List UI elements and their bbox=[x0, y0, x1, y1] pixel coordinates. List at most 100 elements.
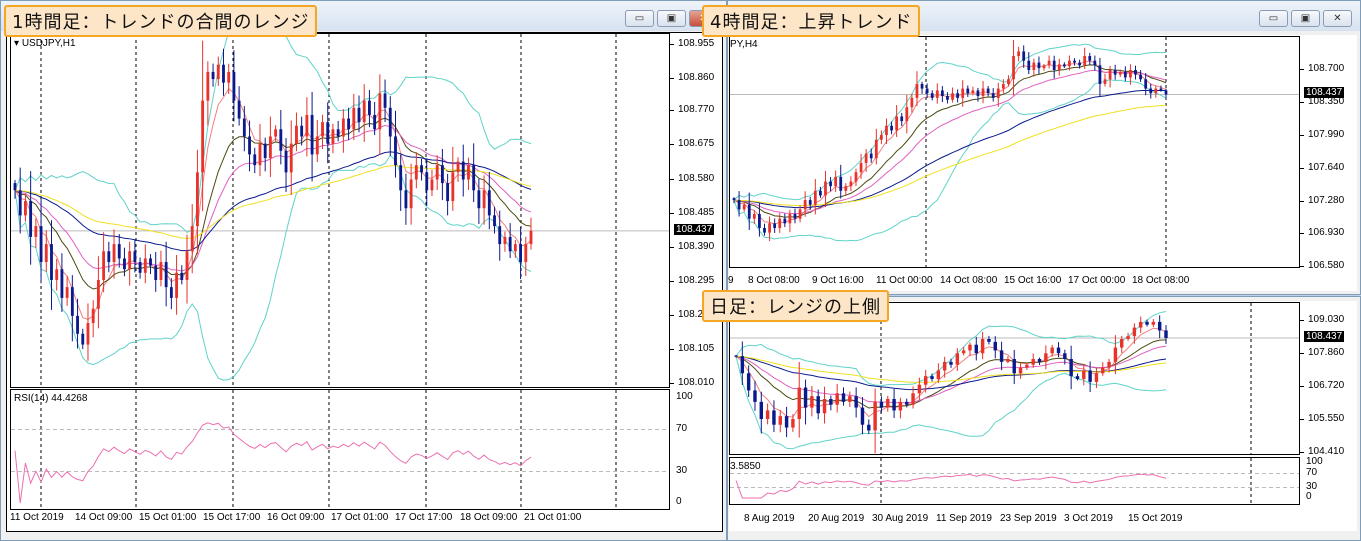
price-axis-label: 108.700 bbox=[1308, 63, 1345, 74]
price-tick bbox=[670, 212, 674, 214]
candle bbox=[732, 198, 736, 201]
candle bbox=[844, 186, 848, 191]
d1-price-plot[interactable] bbox=[729, 302, 1300, 455]
candle bbox=[768, 223, 771, 233]
candle bbox=[798, 209, 802, 219]
candle bbox=[268, 136, 272, 158]
candle bbox=[508, 236, 512, 252]
candle bbox=[34, 226, 38, 237]
candle bbox=[1144, 79, 1148, 89]
current-price-label: 108.437 bbox=[1304, 330, 1345, 342]
candle bbox=[133, 251, 137, 263]
price-axis-label: 106.720 bbox=[1308, 380, 1345, 391]
h4-price-plot[interactable] bbox=[729, 36, 1300, 268]
candle bbox=[274, 129, 278, 137]
candle bbox=[930, 93, 934, 98]
candle bbox=[874, 139, 878, 159]
candle bbox=[60, 269, 64, 298]
candle bbox=[1075, 376, 1080, 379]
price-axis-label: 107.640 bbox=[1308, 161, 1345, 173]
candle bbox=[1103, 79, 1107, 84]
price-axis-label: 108.485 bbox=[678, 206, 715, 218]
candle bbox=[1126, 336, 1130, 339]
rsi-axis-label: 30 bbox=[676, 464, 688, 476]
candle bbox=[864, 153, 868, 163]
candle bbox=[362, 100, 366, 123]
candle bbox=[1159, 88, 1163, 91]
price-tick bbox=[670, 44, 674, 45]
h1-price-plot[interactable] bbox=[10, 33, 670, 388]
price-axis-label: 108.010 bbox=[678, 377, 715, 388]
candle bbox=[206, 71, 210, 101]
candle bbox=[164, 262, 168, 288]
h1-rsi-plot[interactable] bbox=[10, 389, 670, 510]
h1-annotation: 1時間足：トレンドの合間のレンジ bbox=[4, 5, 318, 37]
candle bbox=[18, 190, 22, 216]
candle bbox=[803, 387, 808, 408]
restore-button[interactable]: ▣ bbox=[657, 10, 686, 27]
rsi-axis-label: 30 bbox=[1306, 480, 1318, 492]
price-axis-label: 108.770 bbox=[678, 104, 715, 116]
price-axis-label: 108.295 bbox=[678, 274, 715, 286]
candle bbox=[295, 125, 298, 144]
candle bbox=[737, 200, 741, 210]
price-axis-label: 107.280 bbox=[1308, 194, 1345, 206]
minimize-button[interactable]: ▭ bbox=[625, 10, 654, 27]
candle bbox=[980, 339, 985, 354]
price-tick bbox=[670, 383, 674, 384]
candle bbox=[900, 116, 904, 122]
candle bbox=[96, 279, 100, 309]
candle bbox=[128, 251, 132, 270]
candle bbox=[1057, 64, 1061, 70]
candle bbox=[159, 262, 163, 280]
moving-average-21 bbox=[733, 69, 1167, 215]
candle bbox=[834, 176, 838, 187]
price-axis-label: 108.860 bbox=[678, 72, 715, 84]
candle bbox=[258, 143, 262, 166]
candle bbox=[524, 244, 528, 263]
time-axis-label: 18 Oct 08:00 bbox=[1132, 275, 1190, 286]
candle bbox=[138, 262, 142, 273]
candle bbox=[829, 181, 832, 187]
d1-annotation: 日足：レンジの上側 bbox=[702, 290, 889, 322]
price-tick bbox=[670, 144, 674, 146]
candle bbox=[451, 172, 455, 202]
candle bbox=[966, 88, 970, 94]
candle bbox=[1107, 361, 1111, 368]
candle bbox=[1063, 353, 1067, 359]
price-tick bbox=[1300, 266, 1304, 267]
minimize-button[interactable]: ▭ bbox=[1259, 10, 1288, 27]
candle bbox=[232, 71, 236, 101]
candle bbox=[326, 122, 330, 144]
d1-rsi-plot[interactable] bbox=[729, 457, 1300, 505]
candle bbox=[879, 401, 884, 408]
bollinger-upper bbox=[14, 34, 532, 233]
candle bbox=[895, 116, 899, 131]
time-axis-label: 17 Oct 00:00 bbox=[1068, 275, 1126, 286]
candle bbox=[961, 88, 965, 98]
candle bbox=[936, 370, 941, 379]
candle bbox=[373, 114, 377, 130]
restore-button[interactable]: ▣ bbox=[1291, 10, 1320, 27]
candle bbox=[860, 407, 865, 425]
candle bbox=[783, 218, 787, 224]
candle bbox=[1120, 339, 1124, 348]
candle bbox=[1017, 51, 1020, 57]
time-axis-label: 23 Sep 2019 bbox=[1000, 513, 1057, 524]
candle bbox=[65, 287, 69, 298]
price-tick bbox=[670, 78, 674, 80]
candle bbox=[331, 129, 335, 144]
candle bbox=[925, 88, 929, 94]
candle bbox=[763, 227, 766, 233]
candle bbox=[835, 393, 839, 405]
close-button[interactable]: ✕ bbox=[1323, 10, 1352, 27]
candle bbox=[1118, 71, 1122, 75]
candle bbox=[747, 204, 751, 219]
candle bbox=[44, 244, 48, 263]
candle bbox=[284, 150, 288, 173]
candle bbox=[935, 90, 939, 98]
candle bbox=[1078, 62, 1081, 66]
rsi-axis-label: 0 bbox=[676, 496, 682, 507]
candle bbox=[1088, 56, 1092, 61]
candle bbox=[185, 251, 189, 280]
